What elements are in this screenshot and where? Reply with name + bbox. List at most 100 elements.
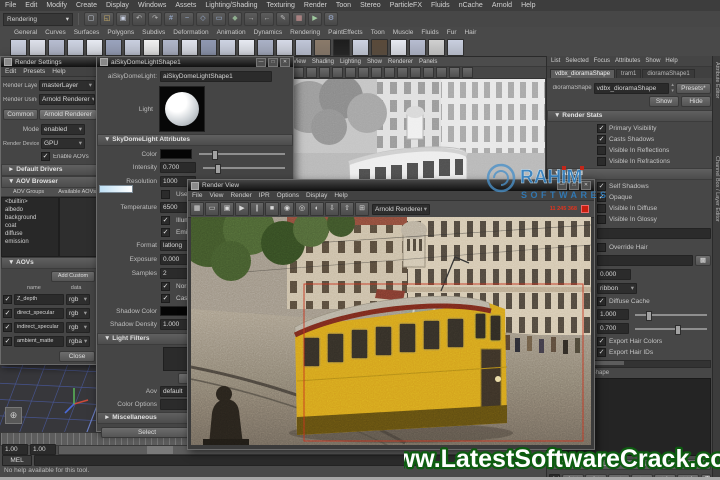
aov-enabled-checkbox[interactable]: ✓ bbox=[3, 309, 12, 318]
rv-menu-view[interactable]: View bbox=[209, 192, 223, 199]
snap-grid-icon[interactable]: # bbox=[164, 12, 178, 26]
rv-menu-render[interactable]: Render bbox=[230, 192, 251, 199]
close-icon[interactable]: ✕ bbox=[581, 181, 591, 190]
unchecked-checkbox[interactable] bbox=[161, 190, 170, 199]
export-colors-checkbox[interactable]: ✓ bbox=[597, 337, 606, 346]
show-button[interactable]: Show bbox=[649, 96, 679, 107]
ae-tab-dioramaShape1[interactable]: dioramaShape1 bbox=[642, 69, 694, 78]
ae-menu-selected[interactable]: Selected bbox=[565, 58, 588, 64]
make-live-icon[interactable]: ◆ bbox=[228, 12, 242, 26]
viewport-menu-lighting[interactable]: Lighting bbox=[340, 59, 361, 65]
menu-particlefx[interactable]: ParticleFX bbox=[390, 2, 422, 9]
load-attributes-button[interactable]: Load Attributes bbox=[592, 459, 658, 470]
aov-data-dropdown[interactable]: rgb▾ bbox=[66, 322, 90, 333]
shelf-tab-fur[interactable]: Fur bbox=[447, 29, 457, 36]
aov-name-field[interactable]: direct_specular bbox=[14, 308, 64, 319]
rv-menu-file[interactable]: File bbox=[192, 192, 202, 199]
grid-icon[interactable] bbox=[319, 67, 330, 78]
aov-enabled-checkbox[interactable]: ✓ bbox=[3, 337, 12, 346]
checked-checkbox[interactable]: ✓ bbox=[597, 135, 606, 144]
presets-button[interactable]: Presets* bbox=[676, 83, 711, 94]
shelf-tool-icon[interactable] bbox=[200, 39, 217, 56]
rs-menu-edit[interactable]: Edit bbox=[5, 68, 16, 75]
maximize-icon[interactable]: □ bbox=[268, 58, 278, 67]
exposure-icon[interactable]: ◐ bbox=[310, 202, 324, 216]
shelf-tool-icon[interactable] bbox=[181, 39, 198, 56]
unchecked-checkbox[interactable] bbox=[597, 204, 606, 213]
aov-group-item[interactable]: emission bbox=[2, 238, 58, 246]
open-render-globals-icon[interactable]: ⊞ bbox=[355, 202, 369, 216]
shelf-tool-icon[interactable] bbox=[314, 39, 331, 56]
checked-checkbox[interactable]: ✓ bbox=[597, 193, 606, 202]
shelf-tool-icon[interactable] bbox=[10, 39, 27, 56]
rv-menu-help[interactable]: Help bbox=[334, 192, 347, 199]
aov-group-item[interactable]: background bbox=[2, 214, 58, 222]
enable-aovs-checkbox[interactable]: ✓ bbox=[41, 152, 50, 161]
indirect-diffuse-field[interactable]: 0.700 bbox=[597, 323, 629, 334]
shelf-tab-deformation[interactable]: Deformation bbox=[173, 29, 208, 36]
pause-ipr-icon[interactable]: ∥ bbox=[250, 202, 264, 216]
aov-enabled-checkbox[interactable]: ✓ bbox=[3, 295, 12, 304]
unchecked-checkbox[interactable] bbox=[597, 215, 606, 224]
aov-name-field[interactable]: ambient_matte bbox=[14, 336, 64, 347]
aov-data-dropdown[interactable]: rgb▾ bbox=[66, 308, 90, 319]
shelf-tool-icon[interactable] bbox=[333, 39, 350, 56]
render-view-window[interactable]: Render View — □ ✕ FileViewRenderIPROptio… bbox=[187, 179, 595, 450]
slider[interactable] bbox=[203, 167, 285, 169]
shelf-tab-animation[interactable]: Animation bbox=[217, 29, 246, 36]
ae-menu-list[interactable]: List bbox=[551, 58, 560, 64]
select-button[interactable]: Select bbox=[549, 459, 589, 470]
hair-shader-field[interactable] bbox=[597, 255, 693, 266]
ae-menu-attributes[interactable]: Attributes bbox=[615, 58, 640, 64]
renderer-dropdown[interactable]: Arnold Renderer▾ bbox=[372, 204, 430, 215]
viewport-menu-panels[interactable]: Panels bbox=[419, 59, 437, 65]
render-settings-titlebar[interactable]: Render Settings bbox=[1, 57, 97, 67]
indirect-specular-field[interactable]: 1.000 bbox=[597, 309, 629, 320]
aov-name-field[interactable]: Z_depth bbox=[14, 294, 64, 305]
command-line-language[interactable]: MEL bbox=[2, 455, 32, 466]
unchecked-checkbox[interactable] bbox=[597, 157, 606, 166]
color-swatch[interactable] bbox=[160, 149, 192, 159]
shelf-tool-icon[interactable] bbox=[238, 39, 255, 56]
maximize-icon[interactable]: □ bbox=[569, 181, 579, 190]
rv-menu-display[interactable]: Display bbox=[306, 192, 327, 199]
shelf-tab-curves[interactable]: Curves bbox=[45, 29, 66, 36]
rs-menu-help[interactable]: Help bbox=[52, 68, 65, 75]
select-camera-icon[interactable] bbox=[293, 67, 304, 78]
resolution-gate-icon[interactable] bbox=[345, 67, 356, 78]
shelf-tool-icon[interactable] bbox=[447, 39, 464, 56]
spinner-icon[interactable]: ▴▾ bbox=[671, 82, 674, 94]
ipr-render-icon[interactable]: ▶ bbox=[308, 12, 322, 26]
checked-checkbox[interactable]: ✓ bbox=[597, 182, 606, 191]
override-checkbox[interactable] bbox=[597, 243, 606, 252]
aov-group-item[interactable]: <builtin> bbox=[2, 198, 58, 206]
shelf-tool-icon[interactable] bbox=[428, 39, 445, 56]
menu-assets[interactable]: Assets bbox=[175, 2, 196, 9]
trace-sets-field[interactable] bbox=[597, 228, 711, 239]
snap-curve-icon[interactable]: ~ bbox=[180, 12, 194, 26]
lock-camera-icon[interactable] bbox=[306, 67, 317, 78]
workspace-dropdown[interactable]: Rendering ▾ bbox=[3, 13, 73, 26]
shelf-tab-subdivs[interactable]: Subdivs bbox=[142, 29, 165, 36]
shelf-tool-icon[interactable] bbox=[257, 39, 274, 56]
shelf-tab-rendering[interactable]: Rendering bbox=[290, 29, 320, 36]
tool-box-icon[interactable]: ⊕ bbox=[5, 407, 22, 424]
input-connections-icon[interactable]: → bbox=[244, 12, 258, 26]
rs-menu-presets[interactable]: Presets bbox=[23, 68, 45, 75]
ae-menu-focus[interactable]: Focus bbox=[594, 58, 610, 64]
shelf-tool-icon[interactable] bbox=[162, 39, 179, 56]
ae-tab-tram1[interactable]: tram1 bbox=[616, 69, 641, 78]
construction-history-icon[interactable]: ✎ bbox=[276, 12, 290, 26]
checked-checkbox[interactable]: ✓ bbox=[161, 228, 170, 237]
indirect-diffuse-slider[interactable] bbox=[635, 328, 707, 330]
aov-groups-list[interactable]: <builtin>albedobackgroundcoatdiffuseemis… bbox=[1, 197, 59, 257]
unchecked-checkbox[interactable] bbox=[597, 146, 606, 155]
keep-image-icon[interactable]: ⇩ bbox=[325, 202, 339, 216]
aov-data-dropdown[interactable]: rgba▾ bbox=[66, 336, 90, 347]
render-settings-window[interactable]: Render Settings EditPresetsHelp Render L… bbox=[0, 56, 98, 365]
shelf-tool-icon[interactable] bbox=[105, 39, 122, 56]
checked-checkbox[interactable]: ✓ bbox=[161, 294, 170, 303]
shelf-tab-surfaces[interactable]: Surfaces bbox=[74, 29, 100, 36]
shelf-tab-muscle[interactable]: Muscle bbox=[393, 29, 414, 36]
checked-checkbox[interactable]: ✓ bbox=[161, 216, 170, 225]
